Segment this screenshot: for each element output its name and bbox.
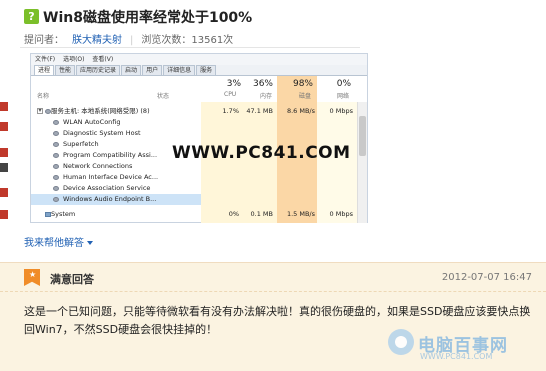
tab-services: 服务	[196, 65, 217, 75]
cropped-text-fragment	[0, 102, 8, 111]
gear-icon	[53, 153, 59, 158]
collapse-icon: ▾	[37, 107, 43, 114]
divider	[20, 47, 360, 48]
memory-value: 0.1 MB	[250, 210, 273, 218]
help-answer-label: 我来帮他解答	[24, 238, 84, 249]
view-count: 浏览次数：13561次	[141, 35, 234, 46]
cpu-value: 0%	[228, 210, 239, 218]
tab-app-history: 应用历史记录	[76, 65, 121, 75]
memory-percent: 36%	[252, 79, 273, 89]
tab-startup: 启动	[121, 65, 142, 75]
cropped-text-fragment	[0, 188, 8, 197]
tab-details: 详细信息	[163, 65, 196, 75]
tab-performance: 性能	[55, 65, 76, 75]
service-name: Human Interface Device Ac...	[63, 173, 159, 181]
service-name: WLAN AutoConfig	[63, 118, 121, 126]
cpu-percent: 3%	[226, 79, 241, 89]
memory-value: 47.1 MB	[246, 107, 273, 115]
scroll-thumb	[359, 116, 366, 156]
tab-users: 用户	[142, 65, 163, 75]
logo-mark-icon	[388, 329, 414, 355]
service-name: Device Association Service	[63, 184, 151, 192]
gear-icon	[53, 120, 59, 125]
service-row: Human Interface Device Ac...	[31, 172, 367, 183]
caret-down-icon	[87, 241, 93, 245]
cpu-value: 1.7%	[222, 107, 239, 115]
asker-link[interactable]: 朕大精夫射	[72, 35, 122, 46]
question-title: Win8磁盘使用率经常处于100%	[43, 10, 253, 26]
menu-bar: 文件(F) 选项(O) 查看(V)	[31, 54, 367, 65]
tab-processes: 进程	[34, 65, 55, 75]
answer-label: 满意回答	[50, 273, 94, 286]
help-answer-link[interactable]: 我来帮他解答	[24, 234, 93, 249]
column-disk: 磁盘	[299, 93, 312, 100]
gear-icon	[53, 131, 59, 136]
service-name: Superfetch	[63, 140, 99, 148]
network-percent: 0%	[336, 79, 351, 89]
question-meta: 提问者： 朕大精夫射 | 浏览次数：13561次	[24, 31, 233, 46]
gear-icon	[53, 197, 59, 202]
column-memory: 内存	[260, 93, 273, 100]
column-header-row: 名称 状态 3% CPU 36% 内存 98% 磁盘 0% 网络	[31, 76, 367, 102]
asker-label: 提问者：	[24, 35, 64, 46]
watermark-text: WWW.PC841.COM	[172, 143, 351, 163]
logo-mark-inner	[395, 336, 407, 348]
tab-strip: 进程 性能 应用历史记录 启动 用户 详细信息 服务	[31, 65, 367, 76]
process-name: 服务主机: 本地系统(网络受限) (8)	[51, 107, 150, 115]
column-status: 状态	[157, 93, 170, 100]
disk-value: 1.5 MB/s	[286, 210, 315, 218]
task-manager-screenshot: 文件(F) 选项(O) 查看(V) 进程 性能 应用历史记录 启动 用户 详细信息 服务 名…	[30, 53, 368, 223]
menu-item-view: 查看(V)	[92, 56, 114, 63]
service-name: Network Connections	[63, 162, 133, 170]
gear-icon	[53, 175, 59, 180]
disk-percent: 98%	[292, 79, 313, 89]
process-name: System	[51, 210, 76, 218]
star-icon: ★	[29, 270, 37, 279]
service-name: Diagnostic System Host	[63, 129, 141, 137]
gear-icon	[53, 164, 59, 169]
menu-item-file: 文件(F)	[35, 56, 56, 63]
gear-icon	[53, 142, 59, 147]
service-name: Program Compatibility Assi...	[63, 151, 158, 159]
cropped-text-fragment	[0, 210, 8, 219]
menu-item-options: 选项(O)	[63, 56, 85, 63]
cropped-text-fragment	[0, 148, 8, 157]
service-row: Diagnostic System Host	[31, 128, 367, 139]
scrollbar	[357, 102, 367, 223]
cropped-text-fragment	[0, 163, 8, 172]
service-row: Device Association Service	[31, 183, 367, 194]
network-value: 0 Mbps	[329, 107, 353, 115]
column-cpu: CPU	[224, 91, 237, 98]
site-logo-domain: WWW.PC841.COM	[420, 352, 493, 361]
column-name: 名称	[37, 93, 50, 100]
disk-value: 8.6 MB/s	[286, 107, 315, 115]
question-page: ? Win8磁盘使用率经常处于100% 提问者： 朕大精夫射 | 浏览次数：13561…	[0, 0, 546, 371]
service-name: Windows Audio Endpoint B...	[63, 195, 157, 203]
question-icon: ?	[24, 9, 39, 24]
answer-timestamp: 2012-07-07 16:47	[441, 272, 532, 283]
process-row-system: System 0% 0.1 MB 1.5 MB/s 0 Mbps	[31, 209, 367, 220]
service-row: WLAN AutoConfig	[31, 117, 367, 128]
network-value: 0 Mbps	[329, 210, 353, 218]
meta-divider: |	[130, 35, 134, 46]
gear-icon	[53, 186, 59, 191]
service-row-selected: Windows Audio Endpoint B...	[31, 194, 201, 205]
answer-header: ★ 满意回答 2012-07-07 16:47	[0, 263, 546, 292]
column-network: 网络	[337, 93, 350, 100]
process-row-service-host: ▾ 服务主机: 本地系统(网络受限) (8) 1.7% 47.1 MB 8.6 …	[31, 106, 367, 117]
cropped-text-fragment	[0, 122, 8, 131]
